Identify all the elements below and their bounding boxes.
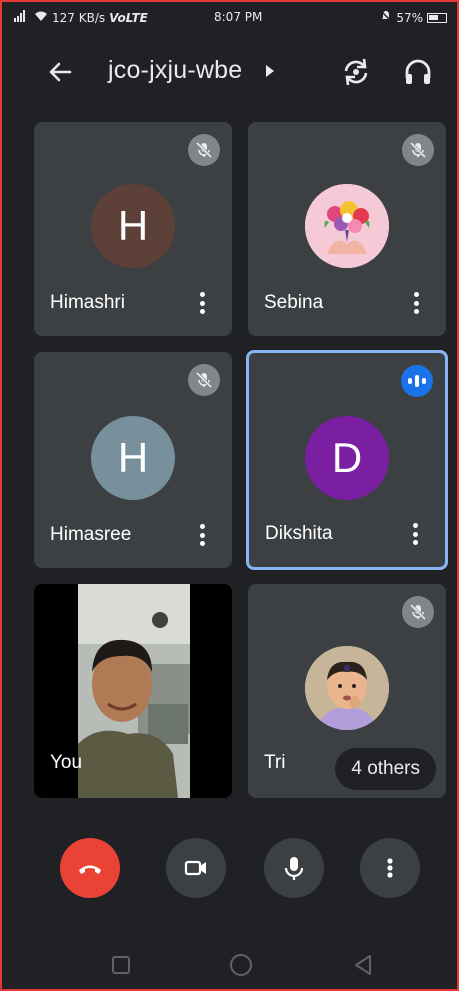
call-controls [2,838,457,908]
mic-off-icon [188,364,220,396]
videocam-icon [184,860,206,876]
avatar: D [305,416,389,500]
audio-output-button[interactable] [400,54,436,90]
child-photo-image [305,646,389,730]
flower-bouquet-image [305,184,389,268]
home-circle-icon[interactable] [228,952,254,978]
recents-square-icon[interactable] [108,952,134,978]
mic-off-icon [402,596,434,628]
network-type: VoLTE [109,10,148,25]
avatar-photo [305,184,389,268]
more-vert-icon[interactable] [406,290,426,316]
back-button[interactable] [40,52,80,92]
self-view-tile[interactable]: You [34,584,232,798]
network-speed: 127 KB/s [52,10,106,25]
call-end-icon [79,865,101,874]
meeting-code[interactable]: jco-jxju-wbe [108,56,242,85]
back-triangle-icon[interactable] [350,952,376,978]
participant-tile-himashri[interactable]: H Himashri [34,122,232,336]
participant-tile-sebina[interactable]: Sebina [248,122,446,336]
mic-icon [284,857,304,880]
others-button[interactable]: 4 others [335,748,436,790]
avatar-photo [305,646,389,730]
microphone-toggle-button[interactable] [264,838,324,898]
more-vert-icon[interactable] [192,522,212,548]
participant-name: Sebina [264,292,324,313]
participant-tile-himasree[interactable]: H Himasree [34,352,232,568]
participant-name: Himasree [50,524,132,545]
meet-call-screen: 127 KB/s VoLTE 8:07 PM 57% jco-jxju-wbe [0,0,459,991]
more-vert-icon [387,858,393,878]
switch-camera-button[interactable] [338,54,374,90]
avatar: H [91,416,175,500]
participant-name: Dikshita [265,523,333,544]
status-bar: 127 KB/s VoLTE 8:07 PM 57% [2,2,457,32]
caret-right-icon[interactable] [264,64,276,78]
end-call-button[interactable] [60,838,120,898]
headphones-icon [405,59,431,84]
arrow-back-icon [49,62,72,82]
more-options-button[interactable] [360,838,420,898]
speaking-indicator-icon [401,365,433,397]
participant-name: Himashri [50,292,125,313]
camera-toggle-button[interactable] [166,838,226,898]
call-header: jco-jxju-wbe [2,42,457,102]
clock: 8:07 PM [214,10,263,24]
mic-off-icon [188,134,220,166]
battery-percent: 57% [396,10,423,25]
switch-camera-icon [344,58,368,86]
avatar: H [91,184,175,268]
participant-tile-tri[interactable]: Tri 4 others [248,584,446,798]
participant-name: Tri [264,752,286,773]
participant-tile-dikshita[interactable]: D Dikshita [246,350,448,570]
wifi-icon [34,10,48,25]
notifications-muted-icon [380,10,392,25]
signal-icon [14,10,30,25]
mic-off-icon [402,134,434,166]
battery-icon [427,12,447,23]
more-vert-icon[interactable] [192,290,212,316]
participant-name: You [50,752,83,773]
system-navigation-bar [2,940,457,989]
self-video-feed [78,584,190,798]
more-vert-icon[interactable] [405,521,425,547]
